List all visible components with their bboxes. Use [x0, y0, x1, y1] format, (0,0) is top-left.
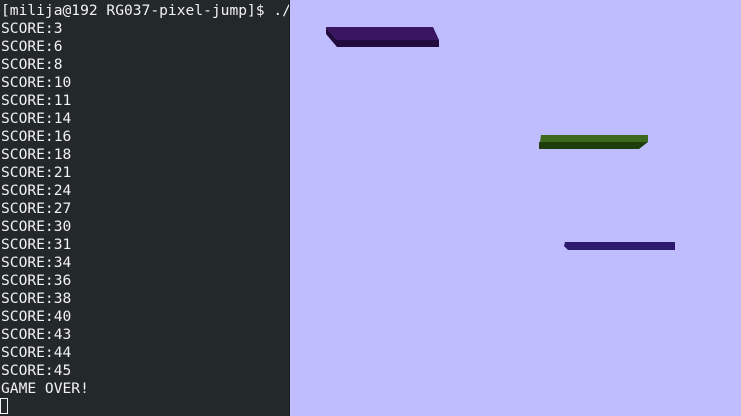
score-line: SCORE:36 [1, 272, 72, 289]
game-canvas[interactable] [289, 0, 741, 416]
terminal-cursor [0, 398, 8, 414]
platform-middle-face [540, 135, 648, 142]
score-line: SCORE:8 [1, 56, 63, 73]
score-line: SCORE:30 [1, 218, 72, 235]
score-line: SCORE:3 [1, 20, 63, 37]
score-line: SCORE:21 [1, 164, 72, 181]
terminal-prompt-line: [milija@192 RG037-pixel-jump]$ ./pixel_j… [1, 2, 289, 19]
platform-lower [564, 242, 675, 250]
score-line: SCORE:34 [1, 254, 72, 271]
score-line: SCORE:18 [1, 146, 72, 163]
platform-middle-front [539, 142, 648, 149]
score-line: SCORE:11 [1, 92, 72, 109]
score-line: SCORE:10 [1, 74, 72, 91]
platform-lower-face [564, 242, 675, 250]
score-line: SCORE:45 [1, 362, 72, 379]
score-line: SCORE:27 [1, 200, 72, 217]
score-line: SCORE:40 [1, 308, 72, 325]
score-line: SCORE:16 [1, 128, 72, 145]
score-line: SCORE:31 [1, 236, 72, 253]
terminal-window[interactable]: [milija@192 RG037-pixel-jump]$ ./pixel_j… [0, 0, 289, 416]
window-divider [289, 0, 290, 416]
terminal-output: [milija@192 RG037-pixel-jump]$ ./pixel_j… [1, 2, 289, 398]
desktop: [milija@192 RG037-pixel-jump]$ ./pixel_j… [0, 0, 741, 416]
score-line: SCORE:43 [1, 326, 72, 343]
platform-middle [539, 135, 648, 149]
game-over-line: GAME OVER! [1, 380, 89, 397]
score-line: SCORE:44 [1, 344, 72, 361]
score-line: SCORE:14 [1, 110, 72, 127]
platform-top-face [326, 27, 439, 40]
score-line: SCORE:24 [1, 182, 72, 199]
platform-top [326, 27, 439, 47]
score-line: SCORE:38 [1, 290, 72, 307]
score-line: SCORE:6 [1, 38, 63, 55]
game-window[interactable] [289, 0, 741, 416]
